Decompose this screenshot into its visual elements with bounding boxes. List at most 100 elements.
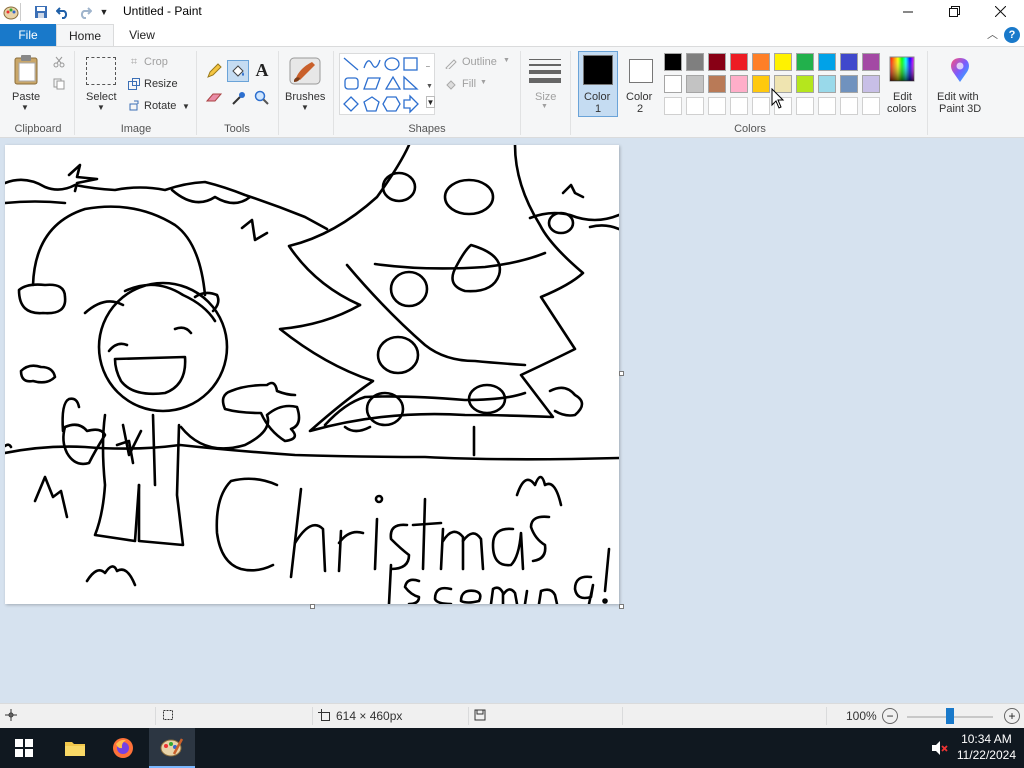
palette-color-swatch[interactable] [818,75,836,93]
canvas-dimensions: 614 × 460px [336,709,403,723]
palette-color-swatch[interactable] [664,53,682,71]
fill-bucket-icon[interactable] [227,60,249,82]
resize-button[interactable]: Resize [144,78,178,90]
brushes-button[interactable]: Brushes [285,91,325,103]
color-picker-icon[interactable] [229,88,249,108]
palette-color-swatch[interactable] [730,75,748,93]
pencil-icon[interactable] [204,61,224,81]
cut-icon[interactable] [52,55,66,69]
brushes-icon[interactable] [287,53,323,87]
palette-color-swatch[interactable] [818,53,836,71]
size-icon[interactable] [528,55,562,87]
paint3d-label[interactable]: Edit with [937,91,979,103]
canvas-workspace[interactable] [0,138,1024,703]
paste-icon[interactable] [12,53,42,87]
redo-icon[interactable] [76,3,94,21]
tab-file[interactable]: File [0,24,56,46]
file-explorer-button[interactable] [52,728,98,768]
custom-color-slot[interactable] [818,97,836,115]
palette-color-swatch[interactable] [730,53,748,71]
rotate-button[interactable]: Rotate [144,100,176,112]
brushes-dropdown-icon[interactable]: ▼ [301,103,309,112]
paste-button[interactable]: Paste [12,91,40,103]
copy-icon[interactable] [52,77,66,91]
palette-color-swatch[interactable] [862,75,880,93]
resize-icon[interactable] [128,78,140,90]
edit-colors-icon[interactable] [888,55,916,83]
size-dropdown-icon[interactable]: ▼ [541,103,548,110]
mouse-cursor-icon [771,87,785,113]
color1-label: Color [584,91,611,103]
palette-color-swatch[interactable] [686,53,704,71]
outline-icon[interactable] [444,56,458,70]
custom-color-slot[interactable] [796,97,814,115]
magnifier-icon[interactable] [252,88,272,108]
select-icon[interactable] [86,57,116,85]
text-icon[interactable]: A [252,59,272,81]
shapes-gallery[interactable]: – ▼ [339,53,435,115]
select-dropdown-icon[interactable]: ▼ [97,103,105,112]
paste-dropdown-icon[interactable]: ▼ [21,103,29,112]
shapes-more-icon[interactable]: ▼ [426,96,435,108]
undo-icon[interactable] [54,3,72,21]
color2-label: Color [626,91,653,103]
palette-color-swatch[interactable] [752,75,770,93]
zoom-out-button[interactable]: − [882,708,898,724]
zoom-slider-thumb[interactable] [946,708,954,724]
palette-color-swatch[interactable] [664,75,682,93]
outline-dropdown-icon[interactable]: ▼ [503,57,510,64]
help-icon[interactable]: ? [1004,27,1020,43]
resize-handle-corner[interactable] [619,604,624,609]
palette-color-swatch[interactable] [840,53,858,71]
palette-color-swatch[interactable] [796,53,814,71]
custom-color-slot[interactable] [862,97,880,115]
minimize-button[interactable] [885,0,931,22]
customize-quick-access-icon[interactable]: ▼ [98,3,110,21]
palette-color-swatch[interactable] [708,53,726,71]
zoom-in-button[interactable]: + [1004,708,1020,724]
fill-icon[interactable] [444,78,458,92]
tab-home[interactable]: Home [56,24,114,46]
paint3d-icon[interactable] [945,55,975,85]
crop-button[interactable]: Crop [144,56,168,68]
fill-button[interactable]: Fill [462,78,476,90]
custom-color-slot[interactable] [664,97,682,115]
custom-color-slot[interactable] [730,97,748,115]
palette-color-swatch[interactable] [796,75,814,93]
custom-color-slot[interactable] [686,97,704,115]
collapse-ribbon-icon[interactable]: ︿ [987,26,998,42]
rotate-dropdown-icon[interactable]: ▼ [182,102,190,111]
save-icon[interactable] [32,3,50,21]
palette-color-swatch[interactable] [840,75,858,93]
volume-muted-icon[interactable] [928,728,952,768]
paint-app-icon[interactable] [2,3,20,21]
edit-colors-label[interactable]: Edit [893,91,912,103]
paint3d-label-2[interactable]: Paint 3D [939,103,981,115]
size-button[interactable]: Size [535,91,556,103]
drawing-canvas[interactable] [5,145,619,604]
firefox-button[interactable] [100,728,146,768]
close-button[interactable] [977,0,1023,22]
crop-icon[interactable]: ⌗ [128,56,140,68]
resize-handle-right[interactable] [619,371,624,376]
palette-color-swatch[interactable] [708,75,726,93]
palette-color-swatch[interactable] [774,53,792,71]
edit-colors-label-2[interactable]: colors [887,103,916,115]
custom-color-slot[interactable] [752,97,770,115]
resize-handle-bottom[interactable] [310,604,315,609]
palette-color-swatch[interactable] [686,75,704,93]
eraser-icon[interactable] [204,88,224,108]
palette-color-swatch[interactable] [862,53,880,71]
restore-button[interactable] [931,0,977,22]
tab-view[interactable]: View [114,24,170,46]
taskbar-clock[interactable]: 10:34 AM 11/22/2024 [957,731,1016,763]
custom-color-slot[interactable] [708,97,726,115]
rotate-icon[interactable] [128,100,140,112]
palette-color-swatch[interactable] [752,53,770,71]
select-button[interactable]: Select [86,91,117,103]
custom-color-slot[interactable] [840,97,858,115]
paint-taskbar-button[interactable] [149,728,195,768]
start-button[interactable] [0,728,48,768]
fill-dropdown-icon[interactable]: ▼ [480,79,487,86]
outline-button[interactable]: Outline [462,56,497,68]
